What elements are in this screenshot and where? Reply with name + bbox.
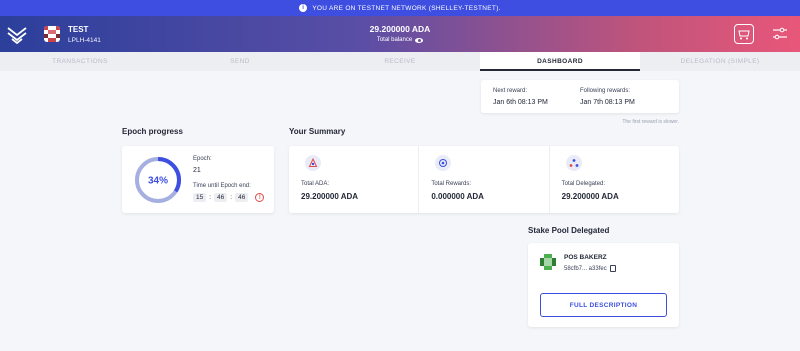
cart-icon xyxy=(738,30,750,40)
epoch-progress-ring: 34% xyxy=(133,155,183,205)
summary-total-delegated: Total Delegated: 29.200000 ADA xyxy=(550,146,679,213)
summary-card: Total ADA: 29.200000 ADA Total Rewards: … xyxy=(289,146,679,213)
epoch-progress-title: Epoch progress xyxy=(122,127,183,136)
settings-button[interactable] xyxy=(770,24,790,44)
time-until-end-label: Time until Epoch end: xyxy=(193,183,251,189)
settings-sliders-icon xyxy=(773,27,787,40)
following-rewards-label: Following rewards: xyxy=(580,88,631,94)
total-ada-label: Total ADA: xyxy=(301,181,330,187)
pool-name: POS BAKERZ xyxy=(564,254,607,261)
next-reward-value: Jan 6th 08:13 PM xyxy=(493,99,548,106)
pool-id: 58cfb7... a33fec xyxy=(564,265,607,272)
epoch-progress-card: 34% Epoch: 21 Time until Epoch end: 15 :… xyxy=(122,146,274,213)
epoch-percent: 34% xyxy=(148,176,168,187)
total-balance-caption: Total balance xyxy=(376,37,413,43)
total-delegated-label: Total Delegated: xyxy=(561,181,606,187)
total-rewards-label: Total Rewards: xyxy=(431,181,472,187)
yoroi-logo-icon[interactable] xyxy=(6,23,28,45)
eye-icon[interactable] xyxy=(415,37,424,43)
pool-id-row: 58cfb7... a33fec xyxy=(564,265,616,272)
tab-transactions[interactable]: TRANSACTIONS xyxy=(0,52,160,71)
tab-receive[interactable]: RECEIVE xyxy=(320,52,480,71)
top-bar: TEST LPLH-4141 29.200000 ADA Total balan… xyxy=(0,16,800,52)
summary-total-rewards: Total Rewards: 0.000000 ADA xyxy=(419,146,550,213)
testnet-banner-text: YOU ARE ON TESTNET NETWORK (SHELLEY-TEST… xyxy=(312,4,501,12)
total-delegated-value: 29.200000 ADA xyxy=(561,192,619,201)
wallet-avatar[interactable] xyxy=(44,26,60,42)
delegated-icon xyxy=(565,155,582,171)
tab-dashboard[interactable]: DASHBOARD xyxy=(480,52,640,71)
tab-delegation-simple[interactable]: DELEGATION (SIMPLE) xyxy=(640,52,800,71)
countdown-seconds: 46 xyxy=(235,193,249,202)
countdown-separator: : xyxy=(230,194,233,201)
info-icon: i xyxy=(299,4,308,12)
wallet-plate: LPLH-4141 xyxy=(68,37,101,44)
testnet-banner: i YOU ARE ON TESTNET NETWORK (SHELLEY-TE… xyxy=(0,0,800,16)
summary-title: Your Summary xyxy=(289,127,346,136)
summary-total-ada: Total ADA: 29.200000 ADA xyxy=(289,146,420,213)
ada-icon xyxy=(305,155,321,171)
rewards-icon xyxy=(435,155,452,171)
stake-pool-title: Stake Pool Delegated xyxy=(528,226,610,235)
wallet-name: TEST xyxy=(68,25,89,34)
countdown-minutes: 46 xyxy=(214,193,228,202)
warning-icon[interactable]: ! xyxy=(255,193,265,202)
first-reward-note: The first reward is slower. xyxy=(622,119,679,125)
total-balance: 29.200000 ADA xyxy=(369,24,431,34)
countdown-separator: : xyxy=(209,194,212,201)
pool-avatar xyxy=(540,254,556,270)
rewards-card: Next reward: Jan 6th 08:13 PM Following … xyxy=(481,80,679,113)
total-ada-value: 29.200000 ADA xyxy=(301,192,359,201)
full-description-button[interactable]: FULL DESCRIPTION xyxy=(540,293,667,317)
next-reward-label: Next reward: xyxy=(493,88,528,94)
total-balance-label: Total balance xyxy=(300,37,500,43)
epoch-value: 21 xyxy=(193,167,201,174)
stake-pool-card: POS BAKERZ 58cfb7... a33fec FULL DESCRIP… xyxy=(528,243,679,327)
nav-tabs: TRANSACTIONS SEND RECEIVE DASHBOARD DELE… xyxy=(0,52,800,71)
tab-send[interactable]: SEND xyxy=(160,52,320,71)
following-rewards-value: Jan 7th 08:13 PM xyxy=(580,99,635,106)
epoch-countdown: 15 : 46 : 46 ! xyxy=(193,193,265,202)
copy-icon[interactable] xyxy=(609,265,616,272)
total-rewards-value: 0.000000 ADA xyxy=(431,192,484,201)
epoch-label: Epoch: xyxy=(193,156,212,162)
countdown-hours: 15 xyxy=(193,193,207,202)
buy-ada-button[interactable] xyxy=(734,24,754,44)
